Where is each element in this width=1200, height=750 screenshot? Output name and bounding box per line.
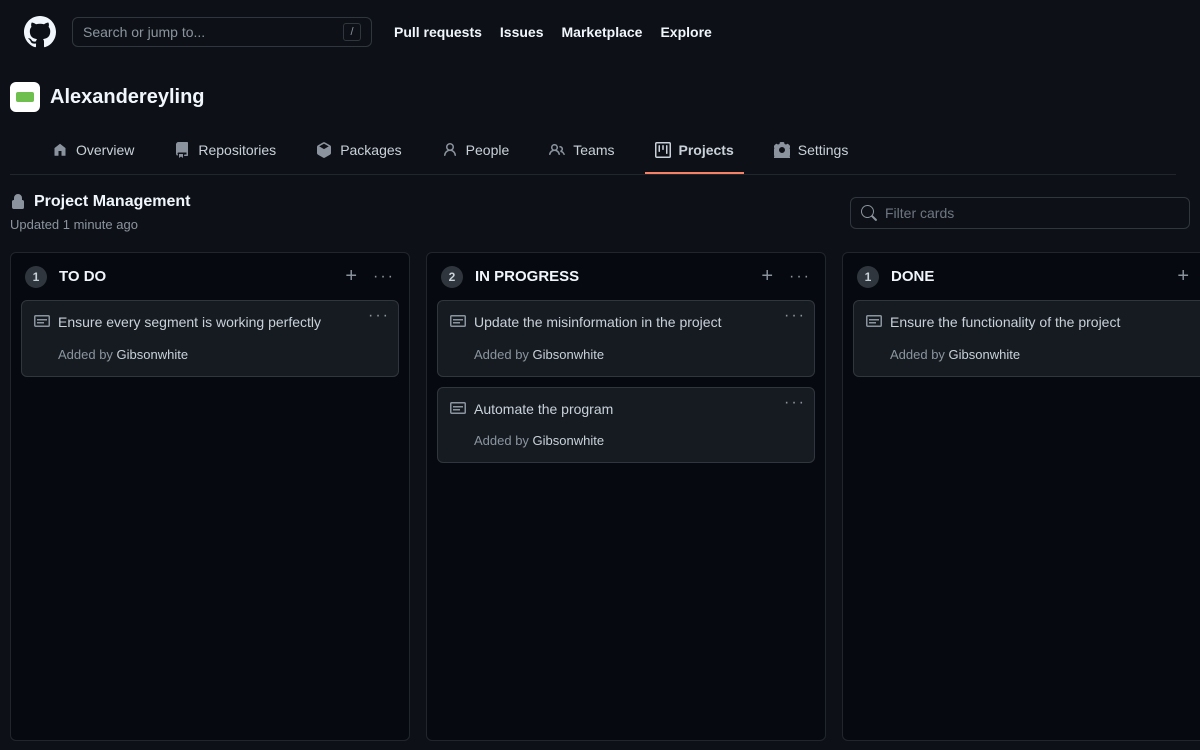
nav-pull-requests[interactable]: Pull requests	[394, 24, 482, 40]
card-title: Ensure every segment is working perfectl…	[58, 313, 386, 333]
search-input[interactable]	[83, 24, 343, 40]
tab-label: Settings	[798, 142, 849, 158]
tab-label: Overview	[76, 142, 134, 158]
add-card-button[interactable]: +	[345, 265, 357, 288]
column-in-progress: 2 IN PROGRESS + ··· ··· Update the misin…	[426, 252, 826, 741]
note-icon	[866, 313, 882, 329]
column-menu-button[interactable]: ···	[789, 268, 811, 286]
card-menu-button[interactable]: ···	[784, 307, 806, 325]
card-title: Ensure the functionality of the project	[890, 313, 1200, 333]
tab-settings[interactable]: Settings	[764, 134, 859, 174]
tab-label: Teams	[573, 142, 614, 158]
column-done: 1 DONE + ··· ··· Ensure the functionalit…	[842, 252, 1200, 741]
card-author[interactable]: Gibsonwhite	[117, 347, 189, 362]
card-meta: Added by Gibsonwhite	[58, 347, 386, 362]
column-count: 1	[25, 266, 47, 288]
card-author[interactable]: Gibsonwhite	[533, 433, 605, 448]
add-card-button[interactable]: +	[761, 265, 773, 288]
tab-label: Repositories	[198, 142, 276, 158]
org-name[interactable]: Alexandereyling	[50, 86, 205, 109]
global-nav: Pull requests Issues Marketplace Explore	[394, 24, 712, 40]
add-card-button[interactable]: +	[1177, 265, 1189, 288]
tab-packages[interactable]: Packages	[306, 134, 411, 174]
filter-input[interactable]	[885, 205, 1179, 221]
column-todo: 1 TO DO + ··· ··· Ensure every segment i…	[10, 252, 410, 741]
card[interactable]: ··· Ensure every segment is working perf…	[21, 300, 399, 377]
card-meta: Added by Gibsonwhite	[890, 347, 1200, 362]
nav-issues[interactable]: Issues	[500, 24, 544, 40]
column-menu-button[interactable]: ···	[373, 268, 395, 286]
card-meta: Added by Gibsonwhite	[474, 347, 802, 362]
org-avatar[interactable]	[10, 82, 40, 112]
column-count: 1	[857, 266, 879, 288]
tab-projects[interactable]: Projects	[645, 134, 744, 174]
card[interactable]: ··· Ensure the functionality of the proj…	[853, 300, 1200, 377]
card-title: Automate the program	[474, 400, 802, 420]
column-title: DONE	[891, 268, 934, 285]
filter-cards[interactable]	[850, 197, 1190, 229]
column-title: IN PROGRESS	[475, 268, 579, 285]
tab-label: Projects	[679, 142, 734, 158]
tab-teams[interactable]: Teams	[539, 134, 624, 174]
org-tabs: Overview Repositories Packages People Te…	[10, 134, 1176, 175]
nav-explore[interactable]: Explore	[660, 24, 711, 40]
tab-label: Packages	[340, 142, 401, 158]
slash-hotkey-badge: /	[343, 23, 361, 41]
project-toolbar: Project Management Updated 1 minute ago	[0, 175, 1200, 244]
card[interactable]: ··· Automate the program Added by Gibson…	[437, 387, 815, 464]
github-logo[interactable]	[24, 16, 56, 48]
global-header: / Pull requests Issues Marketplace Explo…	[0, 0, 1200, 64]
note-icon	[450, 313, 466, 329]
note-icon	[34, 313, 50, 329]
card-meta: Added by Gibsonwhite	[474, 433, 802, 448]
project-updated: Updated 1 minute ago	[10, 217, 190, 232]
card-author[interactable]: Gibsonwhite	[533, 347, 605, 362]
tab-label: People	[466, 142, 510, 158]
global-search[interactable]: /	[72, 17, 372, 47]
project-title: Project Management	[34, 193, 190, 211]
card-menu-button[interactable]: ···	[784, 394, 806, 412]
card[interactable]: ··· Update the misinformation in the pro…	[437, 300, 815, 377]
note-icon	[450, 400, 466, 416]
card-menu-button[interactable]: ···	[368, 307, 390, 325]
nav-marketplace[interactable]: Marketplace	[562, 24, 643, 40]
search-icon	[861, 205, 877, 221]
lock-icon	[10, 194, 26, 210]
tab-repositories[interactable]: Repositories	[164, 134, 286, 174]
column-title: TO DO	[59, 268, 106, 285]
tab-overview[interactable]: Overview	[42, 134, 144, 174]
column-count: 2	[441, 266, 463, 288]
card-title: Update the misinformation in the project	[474, 313, 802, 333]
tab-people[interactable]: People	[432, 134, 520, 174]
card-author[interactable]: Gibsonwhite	[949, 347, 1021, 362]
org-header: Alexandereyling Overview Repositories Pa…	[0, 64, 1200, 175]
project-board: 1 TO DO + ··· ··· Ensure every segment i…	[0, 244, 1200, 749]
